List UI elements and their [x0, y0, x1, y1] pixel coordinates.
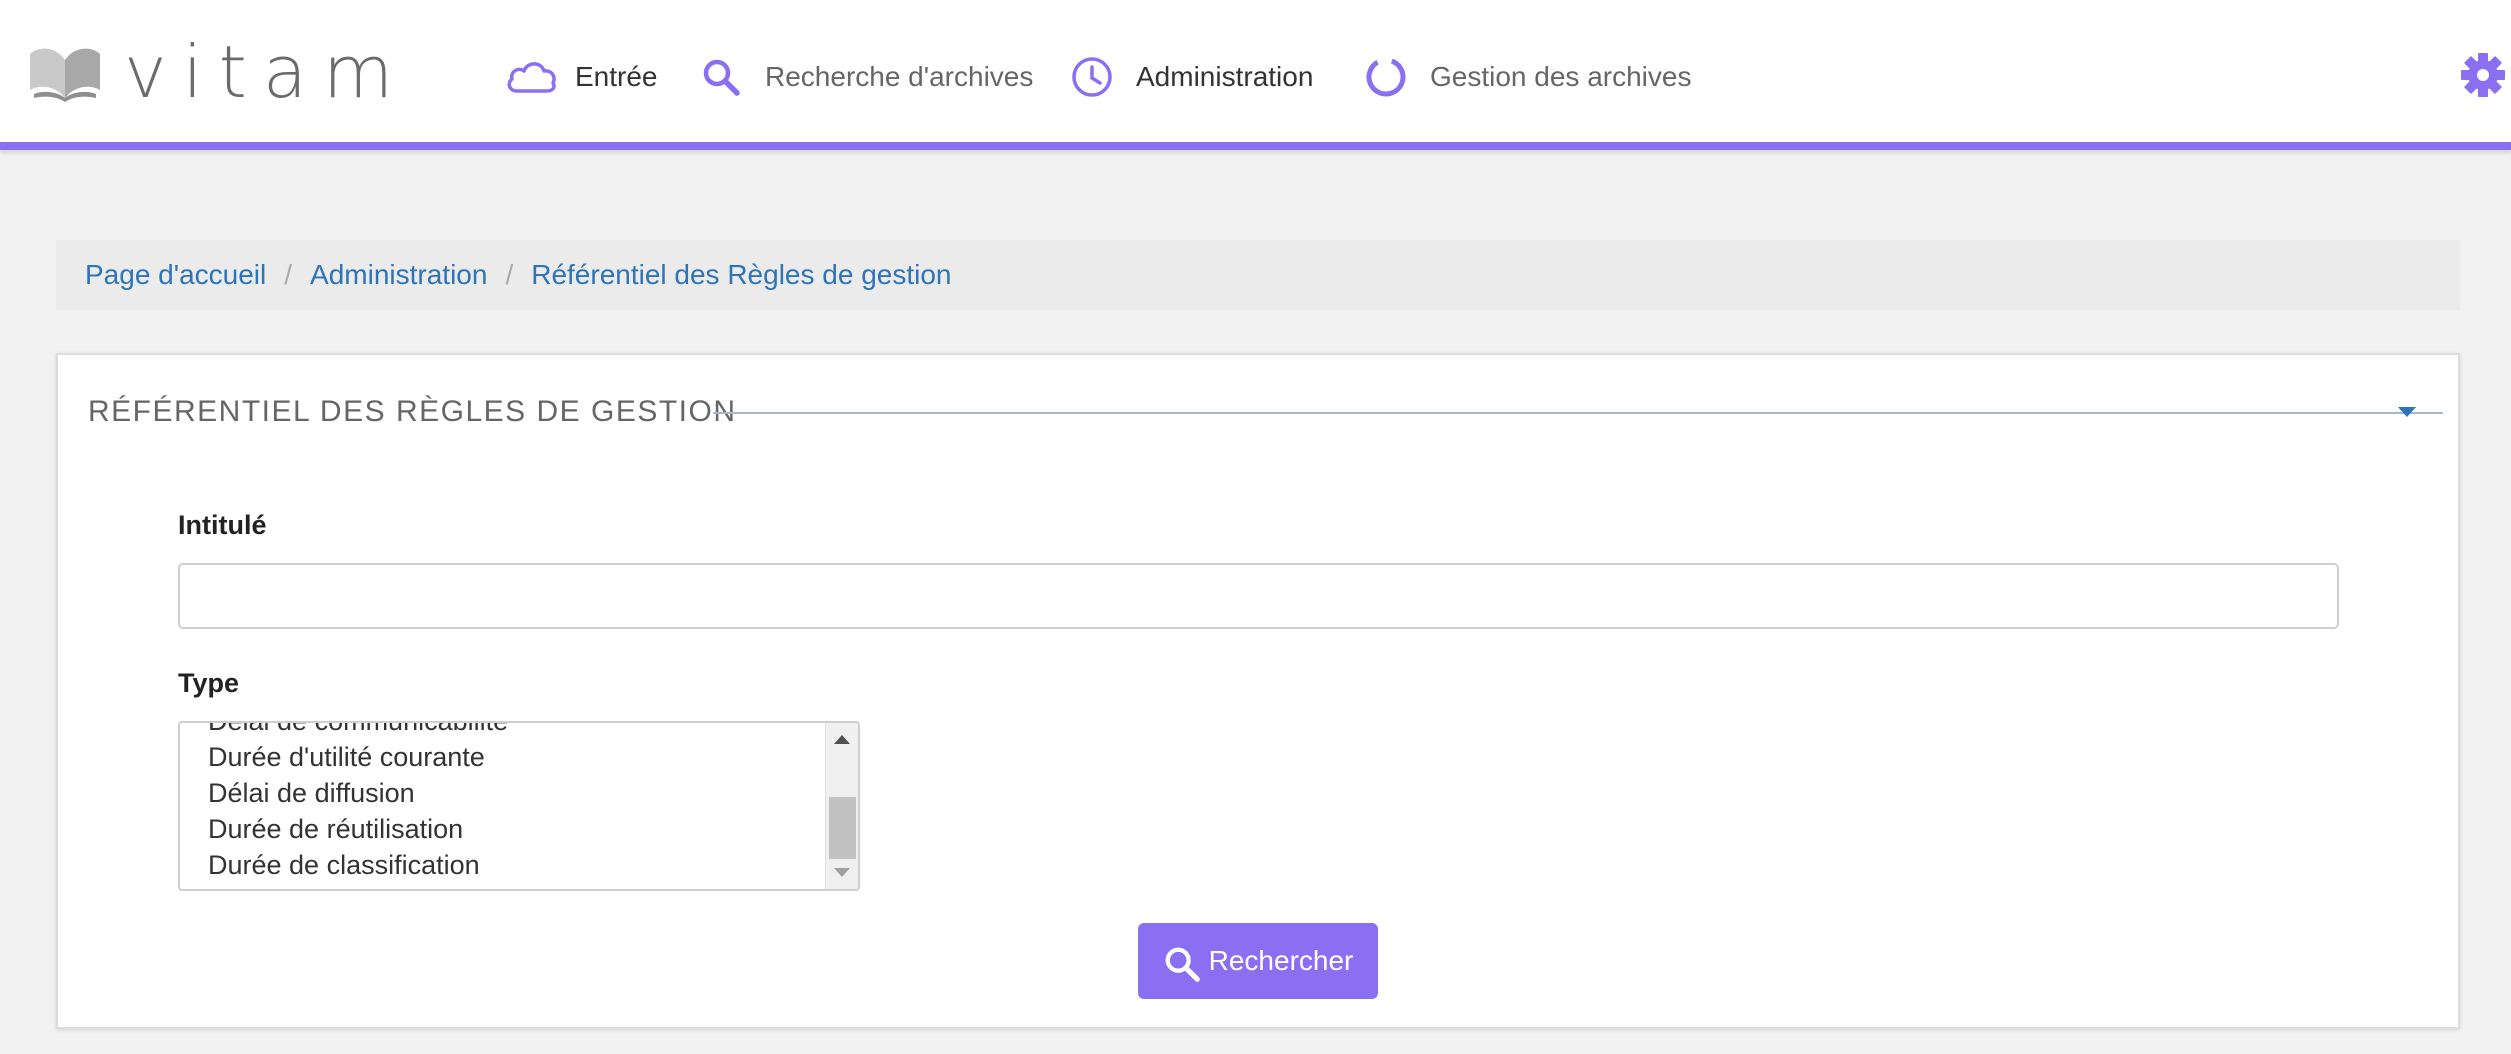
listbox-scrollbar[interactable] [825, 723, 858, 889]
intitule-label: Intitulé [178, 510, 267, 540]
nav-administration[interactable]: Administration [1066, 50, 1313, 104]
scroll-up-arrow-icon[interactable] [834, 735, 850, 744]
title-divider [713, 412, 2443, 414]
book-logo-icon [30, 48, 100, 102]
breadcrumb-separator: / [505, 259, 514, 290]
list-item[interactable]: Délai de diffusion [208, 775, 508, 811]
collapse-caret-icon[interactable] [2398, 407, 2416, 417]
circle-progress-icon [1360, 51, 1412, 103]
nav-gestion-archives[interactable]: Gestion des archives [1360, 50, 1691, 104]
rechercher-button[interactable]: Rechercher [1138, 923, 1378, 999]
clock-icon [1066, 51, 1118, 103]
nav-label: Administration [1136, 61, 1314, 92]
breadcrumb-current[interactable]: Référentiel des Règles de gestion [531, 259, 951, 291]
vitam-logo[interactable]: vitam [28, 32, 409, 112]
search-icon [695, 51, 747, 103]
breadcrumb-separator: / [284, 259, 293, 290]
nav-label: Recherche d'archives [765, 61, 1034, 92]
logo-text: vitam [124, 30, 410, 114]
breadcrumb: Page d'accueil / Administration / Référe… [56, 240, 2460, 310]
type-listbox[interactable]: Délai de communicabilité Durée d'utilité… [178, 721, 860, 891]
search-icon [1165, 947, 1200, 982]
list-item[interactable]: Durée de réutilisation [208, 811, 508, 847]
breadcrumb-administration[interactable]: Administration [310, 259, 487, 291]
scroll-down-arrow-icon[interactable] [834, 868, 850, 877]
cloud-icon [505, 51, 557, 103]
rechercher-label: Rechercher [1208, 945, 1354, 976]
nav-recherche[interactable]: Recherche d'archives [695, 50, 1033, 104]
list-item[interactable]: Durée d'utilité courante [208, 739, 508, 775]
type-options: Délai de communicabilité Durée d'utilité… [208, 723, 508, 883]
nav-entree[interactable]: Entrée [505, 50, 658, 104]
list-item[interactable]: Durée de classification [208, 847, 508, 883]
top-navbar: vitam Entrée Recherche d'archives Admini… [0, 0, 2511, 150]
type-label: Type [178, 668, 240, 698]
nav-label: Entrée [575, 61, 658, 92]
intitule-input[interactable] [178, 563, 2339, 629]
breadcrumb-home[interactable]: Page d'accueil [85, 259, 266, 291]
nav-label: Gestion des archives [1430, 61, 1692, 92]
scrollbar-thumb[interactable] [829, 797, 856, 859]
gear-icon[interactable] [2458, 50, 2508, 100]
panel-title: RÉFÉRENTIEL DES RÈGLES DE GESTION [88, 395, 737, 428]
list-item[interactable]: Délai de communicabilité [208, 723, 508, 739]
search-panel: RÉFÉRENTIEL DES RÈGLES DE GESTION Intitu… [56, 353, 2460, 1029]
